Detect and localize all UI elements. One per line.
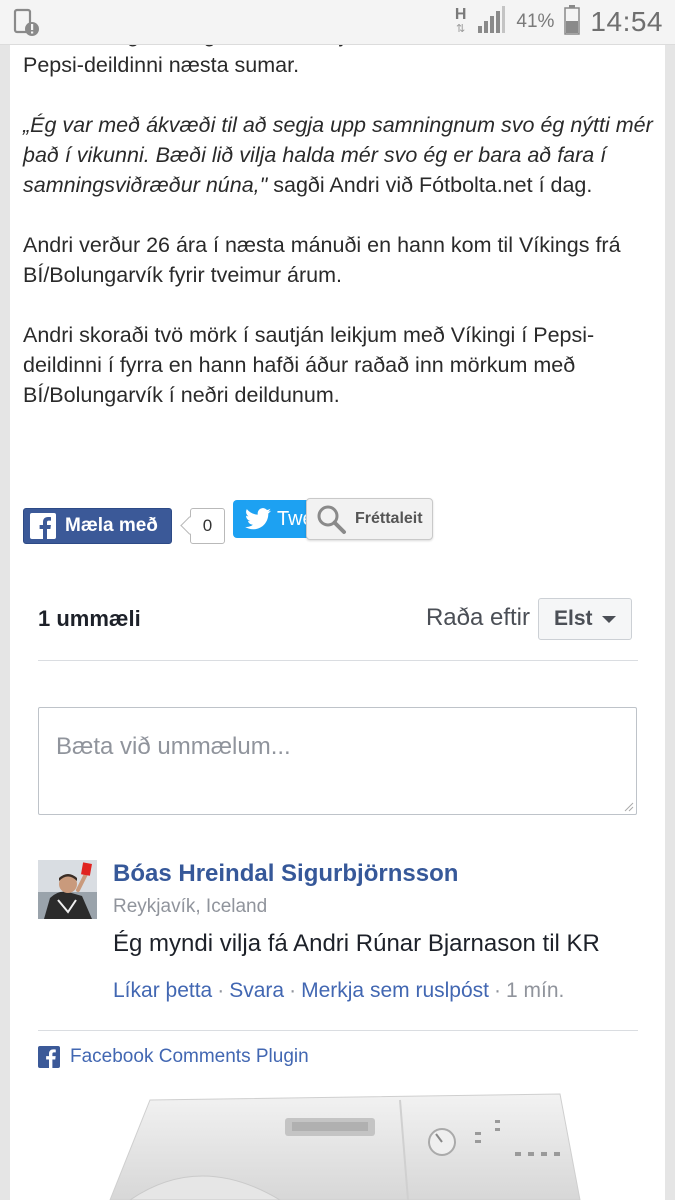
facebook-comments-plugin-link[interactable]: Facebook Comments Plugin	[38, 1046, 309, 1068]
comment-input-placeholder: Bæta við ummælum...	[56, 733, 291, 760]
appliance-ad-image[interactable]	[70, 1090, 600, 1200]
battery-percent: 41%	[516, 11, 555, 32]
comment-count: 1 ummæli	[38, 606, 141, 631]
reply-link[interactable]: Svara	[229, 979, 284, 1002]
network-type-label: H	[454, 6, 467, 23]
comment-author[interactable]: Bóas Hreindal Sigurbjörnsson	[113, 860, 458, 888]
sort-value: Elst	[554, 607, 593, 630]
status-bar: H ⇅ 41% 14:54	[0, 0, 675, 45]
separator-dot: ·	[217, 979, 225, 1002]
facebook-icon	[30, 513, 56, 539]
comment-actions: Líkar þetta · Svara · Merkja sem ruslpóst · 1 …	[113, 979, 564, 1003]
article-paragraph: Andri verður 26 ára í næsta mánuði en ha…	[23, 233, 621, 287]
plugin-label: Facebook Comments Plugin	[70, 1046, 309, 1067]
battery-icon	[564, 4, 581, 40]
sim-alert-icon	[12, 8, 42, 43]
comment-input[interactable]: Bæta við ummælum...	[38, 707, 637, 815]
news-search-label: Fréttaleit	[355, 510, 423, 527]
network-type-icon: H ⇅	[454, 6, 467, 36]
twitter-bird-icon	[245, 508, 271, 530]
like-count: 0	[202, 516, 213, 535]
magnifier-icon	[317, 505, 346, 534]
article-body: Bæði Víkingur R. og Grindavík vilja hafa…	[23, 20, 653, 440]
web-page: Bæði Víkingur R. og Grindavík vilja hafa…	[10, 0, 665, 1200]
facebook-like-label: Mæla með	[65, 515, 158, 536]
article-quote-attribution: sagði Andri við Fótbolta.net í dag.	[267, 173, 593, 197]
avatar[interactable]	[38, 860, 97, 919]
divider	[38, 1030, 638, 1031]
news-search-button[interactable]: Fréttaleit	[306, 498, 433, 540]
clock: 14:54	[590, 6, 663, 37]
facebook-like-button[interactable]: Mæla með	[23, 508, 172, 544]
facebook-icon	[38, 1046, 60, 1068]
separator-dot: ·	[493, 979, 501, 1002]
comment-time[interactable]: 1 mín.	[506, 979, 564, 1002]
sort-label: Raða eftir	[425, 604, 530, 631]
comment-text: Ég myndi vilja fá Andri Rúnar Bjarnason …	[113, 930, 600, 957]
comments-header: 1 ummæli Raða eftir Elst	[38, 596, 638, 661]
resize-handle-icon[interactable]	[624, 802, 634, 812]
article-quote-paragraph: „Ég var með ákvæði til að segja upp samn…	[23, 110, 653, 200]
signal-icon	[476, 5, 506, 39]
chevron-down-icon	[601, 615, 616, 623]
like-count-bubble: 0	[190, 508, 225, 544]
like-comment-link[interactable]: Líkar þetta	[113, 979, 212, 1002]
separator-dot: ·	[289, 979, 297, 1002]
comment-location: Reykjavík, Iceland	[113, 896, 268, 917]
article-paragraph: Andri skoraði tvö mörk í sautján leikjum…	[23, 323, 595, 407]
mark-spam-link[interactable]: Merkja sem ruslpóst	[301, 979, 489, 1002]
sort-dropdown[interactable]: Elst	[538, 598, 632, 640]
